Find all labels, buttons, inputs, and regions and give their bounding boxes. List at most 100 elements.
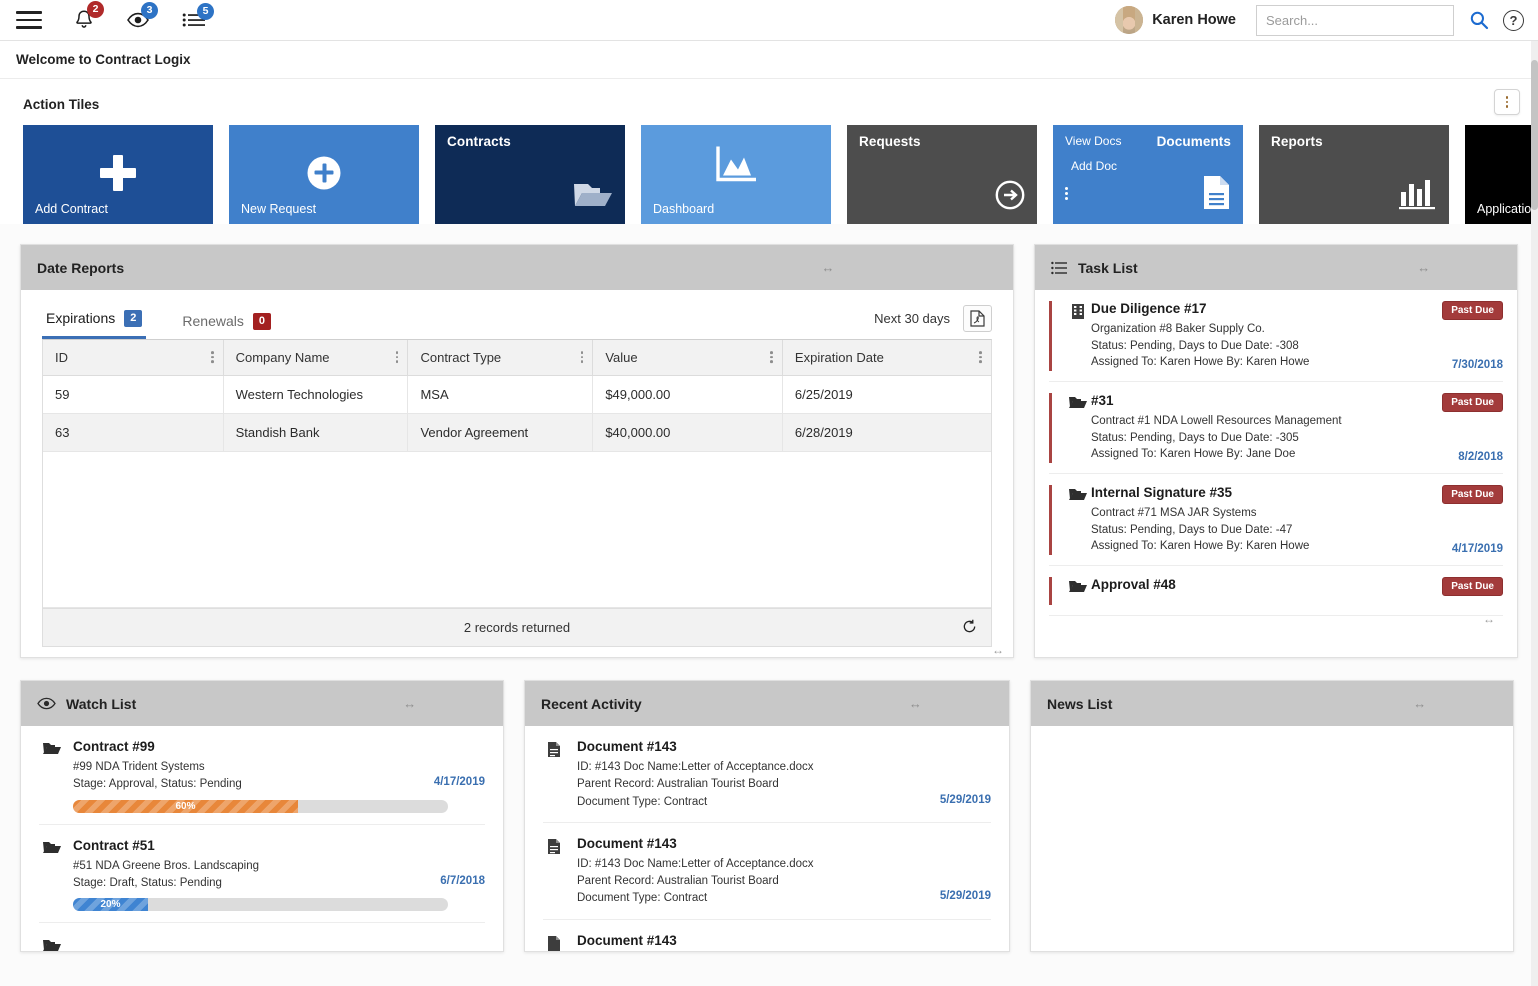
search-submit-button[interactable] xyxy=(1469,10,1489,30)
resize-handle-icon[interactable]: ↔ xyxy=(1413,696,1426,711)
folder-icon xyxy=(39,936,73,951)
tile-requests[interactable]: Requests xyxy=(847,125,1037,224)
column-header-company-name[interactable]: Company Name xyxy=(223,340,408,376)
resize-handle-icon[interactable]: ↔ xyxy=(1483,612,1495,626)
tile-documents[interactable]: Documents View Docs Add Doc xyxy=(1053,125,1243,224)
tab-renewals[interactable]: Renewals 0 xyxy=(178,307,275,339)
tab-count: 0 xyxy=(253,313,271,330)
task-content: #31 Contract #1 NDA Lowell Resources Man… xyxy=(1091,393,1417,463)
document-icon xyxy=(543,933,577,952)
watch-list-header: Watch List ↔ xyxy=(21,681,503,726)
task-title: Due Diligence #17 xyxy=(1091,301,1417,316)
watch-content: Contract #99 #99 NDA Trident Systems Sta… xyxy=(73,739,485,813)
activity-content: Document #143 ID: #143 Doc Name:Letter o… xyxy=(577,836,991,908)
watch-list-item[interactable]: Contract #99 #99 NDA Trident Systems Sta… xyxy=(39,726,485,825)
progress-bar: 60% xyxy=(73,800,448,813)
tab-expirations[interactable]: Expirations 2 xyxy=(42,304,146,339)
notifications-button[interactable]: 2 xyxy=(72,8,96,32)
task-line-1: Organization #8 Baker Supply Co. xyxy=(1091,321,1417,338)
task-list-item[interactable]: Internal Signature #35 Contract #71 MSA … xyxy=(1049,474,1503,566)
column-menu-icon[interactable] xyxy=(396,351,399,363)
activity-date: 5/29/2019 xyxy=(940,890,991,907)
date-reports-tools: Next 30 days xyxy=(874,305,992,339)
tile-reports[interactable]: Reports xyxy=(1259,125,1449,224)
task-date: 8/2/2018 xyxy=(1458,451,1503,463)
task-meta: Past Due 7/30/2018 xyxy=(1417,301,1503,371)
tile-applications[interactable]: Applicatio xyxy=(1465,125,1538,224)
resize-handle-icon[interactable]: ↔ xyxy=(821,260,834,275)
watch-button[interactable]: 3 xyxy=(126,9,152,31)
tile-link-add-doc[interactable]: Add Doc xyxy=(1065,160,1231,172)
refresh-button[interactable] xyxy=(962,619,977,637)
resize-handle-icon[interactable]: ↔ xyxy=(909,696,922,711)
avatar[interactable] xyxy=(1115,6,1143,34)
tasks-button[interactable]: 5 xyxy=(182,10,208,30)
pdf-export-button[interactable] xyxy=(963,305,992,332)
watch-line-2-row: Stage: Approval, Status: Pending 4/17/20… xyxy=(73,776,485,793)
task-line-1: Contract #1 NDA Lowell Resources Managem… xyxy=(1091,413,1417,430)
watch-title: Contract #51 xyxy=(73,838,485,853)
task-list-item[interactable]: #31 Contract #1 NDA Lowell Resources Man… xyxy=(1049,382,1503,474)
tile-new-request[interactable]: New Request xyxy=(229,125,419,224)
task-content: Internal Signature #35 Contract #71 MSA … xyxy=(1091,485,1417,555)
progress-bar: 20% xyxy=(73,898,448,911)
tile-title: Reports xyxy=(1271,134,1437,149)
table-row[interactable]: 59 Western Technologies MSA $49,000.00 6… xyxy=(43,375,991,413)
tile-contracts[interactable]: Contracts xyxy=(435,125,625,224)
date-reports-table: ID Company Name Contract Type Value Expi… xyxy=(43,340,991,452)
recent-activity-panel: Recent Activity ↔ Document #143 xyxy=(524,680,1010,952)
task-list-item[interactable]: Due Diligence #17 Organization #8 Baker … xyxy=(1049,290,1503,382)
watch-list-item[interactable]: Contract #51 #51 NDA Greene Bros. Landsc… xyxy=(39,825,485,924)
column-menu-icon[interactable] xyxy=(979,351,982,363)
cell-value: $49,000.00 xyxy=(593,375,783,413)
activity-item[interactable]: Document #143 ID: #143 Doc Name:Letter o… xyxy=(543,823,991,920)
hamburger-icon[interactable] xyxy=(16,11,42,29)
column-menu-icon[interactable] xyxy=(211,351,214,363)
column-header-expiration-date[interactable]: Expiration Date xyxy=(782,340,991,376)
page-scrollbar-thumb[interactable] xyxy=(1531,60,1538,210)
activity-item[interactable]: Document #143 xyxy=(543,920,991,952)
resize-handle-icon[interactable]: ↔ xyxy=(403,696,416,711)
search-input[interactable] xyxy=(1266,13,1444,28)
column-header-id[interactable]: ID xyxy=(43,340,223,376)
task-line-3: Assigned To: Karen Howe By: Karen Howe xyxy=(1091,354,1417,371)
folder-icon xyxy=(1065,485,1091,555)
column-header-contract-type[interactable]: Contract Type xyxy=(408,340,593,376)
tile-add-contract[interactable]: Add Contract xyxy=(23,125,213,224)
date-reports-table-wrap: ID Company Name Contract Type Value Expi… xyxy=(42,339,992,647)
task-date: 4/17/2019 xyxy=(1452,543,1503,555)
status-badge: Past Due xyxy=(1442,485,1503,504)
plus-icon xyxy=(100,155,136,191)
user-name: Karen Howe xyxy=(1152,12,1236,28)
watch-list-item[interactable] xyxy=(39,923,485,951)
resize-handle-icon[interactable]: ↔ xyxy=(1417,260,1430,275)
watch-title: Contract #99 xyxy=(73,739,485,754)
activity-item[interactable]: Document #143 ID: #143 Doc Name:Letter o… xyxy=(543,726,991,823)
help-icon[interactable]: ? xyxy=(1503,10,1524,31)
task-list-body: Due Diligence #17 Organization #8 Baker … xyxy=(1035,290,1517,657)
news-list-header: News List ↔ xyxy=(1031,681,1513,726)
column-header-value[interactable]: Value xyxy=(593,340,783,376)
tile-kebab-icon[interactable] xyxy=(1065,187,1068,200)
column-menu-icon[interactable] xyxy=(581,351,584,363)
progress-fill: 20% xyxy=(73,898,148,911)
watch-list-body: Contract #99 #99 NDA Trident Systems Sta… xyxy=(21,726,503,951)
task-line-2: Status: Pending, Days to Due Date: -308 xyxy=(1091,338,1417,355)
grid-row-bottom: Watch List ↔ Contract #99 #99 NDA Triden… xyxy=(20,680,1520,952)
table-row[interactable]: 63 Standish Bank Vendor Agreement $40,00… xyxy=(43,413,991,451)
task-list-item[interactable]: Approval #48 Past Due xyxy=(1049,566,1503,616)
table-empty-space xyxy=(43,452,991,608)
task-list-header: Task List ↔ xyxy=(1035,245,1517,290)
resize-handle-icon[interactable]: ↔ xyxy=(992,643,1004,657)
building-icon xyxy=(1065,301,1091,371)
activity-title: Document #143 xyxy=(577,933,991,948)
search-box[interactable] xyxy=(1256,5,1454,36)
task-date: 7/30/2018 xyxy=(1452,359,1503,371)
status-badge: Past Due xyxy=(1442,393,1503,412)
action-tiles-menu-button[interactable] xyxy=(1494,89,1520,115)
cell-contract-type: Vendor Agreement xyxy=(408,413,593,451)
tile-dashboard[interactable]: Dashboard xyxy=(641,125,831,224)
column-menu-icon[interactable] xyxy=(770,351,773,363)
page-title: Welcome to Contract Logix xyxy=(0,41,1538,79)
watch-list-panel: Watch List ↔ Contract #99 #99 NDA Triden… xyxy=(20,680,504,952)
